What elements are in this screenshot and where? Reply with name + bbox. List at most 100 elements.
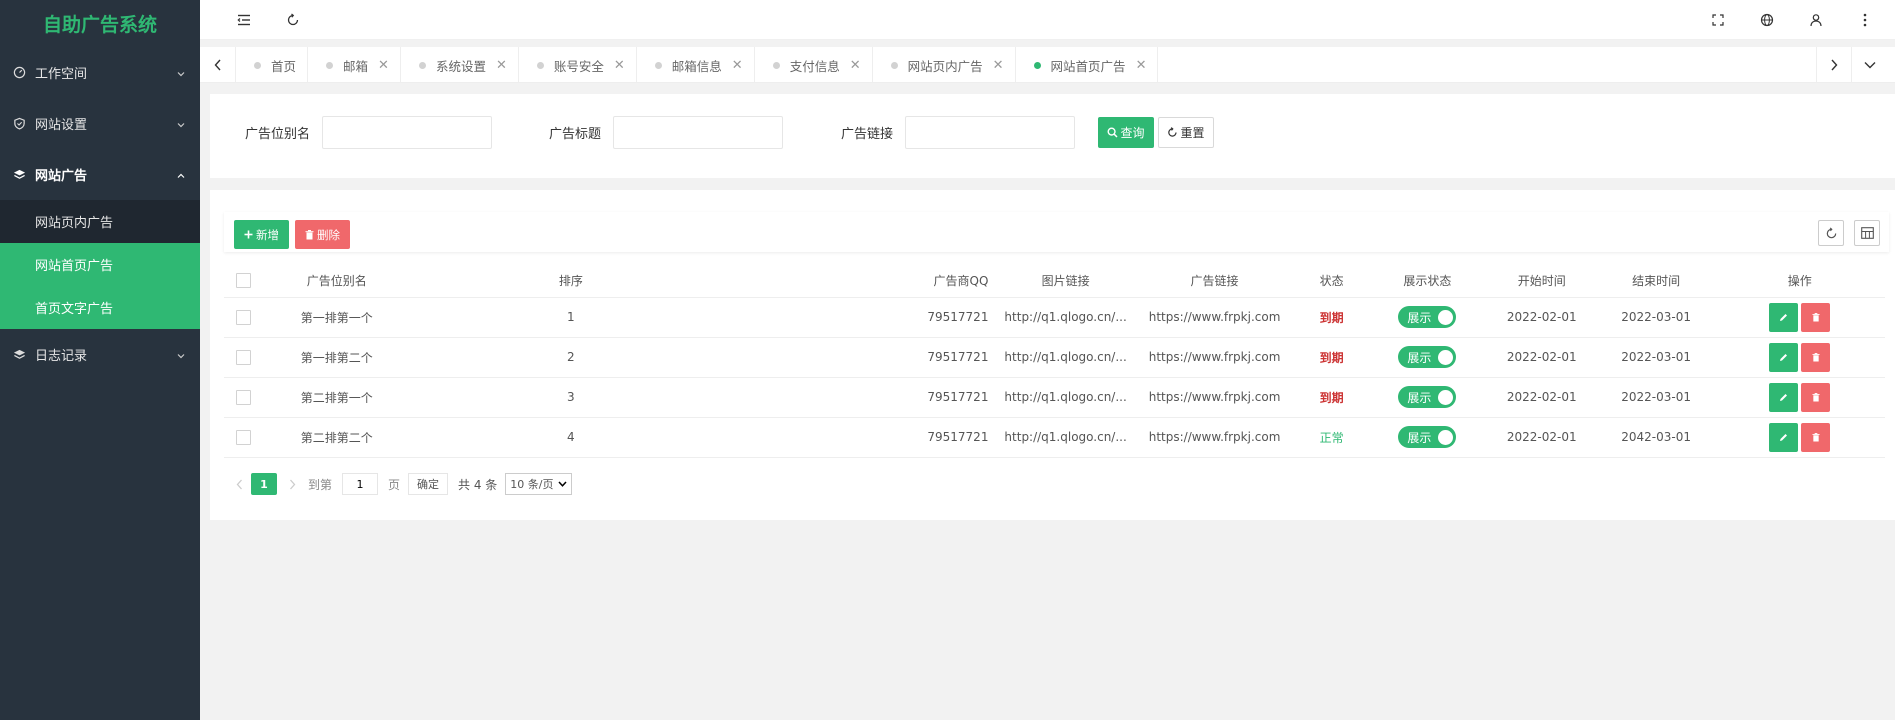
col-header-ad-link[interactable]: 广告链接 [1134,264,1295,298]
row-checkbox[interactable] [235,389,251,405]
tab-account-security[interactable]: 账号安全 ✕ [519,47,637,83]
app-logo[interactable]: 自助广告系统 [0,0,200,47]
table-row: 第二排第一个 3 79517721 http://q1.qlogo.cn/...… [224,377,1885,418]
sidebar-item-label: 日志记录 [35,349,88,364]
cell-qq: 79517721 [730,337,997,378]
more-vertical-icon[interactable] [1856,11,1874,29]
tab-mail-info[interactable]: 邮箱信息 ✕ [637,47,755,83]
close-icon[interactable]: ✕ [378,58,389,73]
cell-status: 正常 [1294,417,1369,458]
row-select-cell [224,337,263,378]
row-checkbox[interactable] [235,349,251,365]
sidebar-item-site-settings[interactable]: 网站设置 [0,98,200,149]
tab-scroll-right-icon[interactable] [1816,47,1852,83]
col-header-qq[interactable]: 广告商QQ [730,264,997,298]
search-field-alias: 广告位别名 [245,116,493,149]
tab-menu-chevron-down-icon[interactable] [1852,47,1888,83]
sidebar-item-site-ads[interactable]: 网站广告 [0,149,200,200]
menu-toggle-icon[interactable] [235,11,253,29]
tab-dot [254,61,261,69]
cell-alias: 第一排第一个 [262,297,412,338]
display-toggle[interactable]: 展示 [1398,386,1457,408]
close-icon[interactable]: ✕ [993,58,1004,73]
goto-confirm-button[interactable]: 确定 [408,473,449,495]
row-delete-button[interactable] [1801,302,1831,332]
page-scrollbar[interactable] [1885,47,1895,720]
col-header-display-status[interactable]: 展示状态 [1368,264,1486,298]
current-page[interactable]: 1 [251,473,277,495]
display-toggle[interactable]: 展示 [1398,346,1457,368]
toggle-knob [1438,389,1454,405]
trash-icon [1812,312,1820,321]
query-button[interactable]: 查询 [1098,117,1154,148]
ads-table: 广告位别名 排序 广告商QQ 图片链接 广告链接 状态 展示状态 开始时间 结束… [224,264,1885,458]
title-input[interactable] [613,116,784,149]
user-icon[interactable] [1807,11,1825,29]
col-header-start-time[interactable]: 开始时间 [1485,264,1598,298]
columns-icon[interactable] [1854,220,1880,246]
cell-end-time: 2022-03-01 [1597,337,1715,378]
tab-inner-ads[interactable]: 网站页内广告 ✕ [873,47,1016,83]
cell-image-link: http://q1.qlogo.cn/... [996,337,1135,378]
refresh-icon[interactable] [1818,220,1844,246]
edit-button[interactable] [1769,382,1799,412]
cell-status: 到期 [1294,337,1369,378]
globe-icon[interactable] [1758,11,1776,29]
sidebar-subitem-text-ads[interactable]: 首页文字广告 [0,286,200,329]
fullscreen-icon[interactable] [1709,11,1727,29]
sidebar-subitem-inner-ads[interactable]: 网站页内广告 [0,200,200,243]
link-label: 广告链接 [841,127,894,142]
close-icon[interactable]: ✕ [1136,58,1147,73]
search-icon [1107,127,1119,138]
close-icon[interactable]: ✕ [732,58,743,73]
tab-home[interactable]: 首页 [236,47,309,83]
reset-label: 重置 [1180,126,1205,140]
reset-button[interactable]: 重置 [1158,117,1214,148]
display-toggle[interactable]: 展示 [1398,426,1457,448]
row-checkbox[interactable] [235,429,251,445]
cell-alias: 第二排第二个 [262,417,412,458]
refresh-icon[interactable] [284,11,302,29]
edit-button[interactable] [1769,422,1799,452]
close-icon[interactable]: ✕ [614,58,625,73]
col-header-sort[interactable]: 排序 [411,264,731,298]
col-header-status[interactable]: 状态 [1294,264,1369,298]
goto-page-input[interactable] [342,473,379,495]
display-toggle[interactable]: 展示 [1398,306,1457,328]
row-delete-button[interactable] [1801,422,1831,452]
total-count: 共 4 条 [458,477,498,492]
row-delete-button[interactable] [1801,382,1831,412]
page-size-select[interactable]: 10 条/页 [505,473,572,495]
toggle-label: 展示 [1407,390,1432,405]
tab-payment-info[interactable]: 支付信息 ✕ [755,47,873,83]
tab-scroll-left-icon[interactable] [200,47,236,83]
link-input[interactable] [905,116,1076,149]
cell-ad-link: https://www.frpkj.com [1134,337,1295,378]
cell-alias: 第二排第一个 [262,377,412,418]
row-checkbox[interactable] [235,309,251,325]
select-all-checkbox[interactable] [235,272,251,288]
cell-image-link: http://q1.qlogo.cn/... [996,377,1135,418]
close-icon[interactable]: ✕ [496,58,507,73]
sidebar-subitem-home-ads[interactable]: 网站首页广告 [0,243,200,286]
delete-button[interactable]: 删除 [295,220,350,249]
col-header-alias[interactable]: 广告位别名 [262,264,412,298]
row-delete-button[interactable] [1801,342,1831,372]
sidebar-item-workspace[interactable]: 工作空间 [0,47,200,98]
col-header-image-link[interactable]: 图片链接 [996,264,1135,298]
close-icon[interactable]: ✕ [850,58,861,73]
col-header-end-time[interactable]: 结束时间 [1597,264,1715,298]
prev-page-icon[interactable] [236,479,243,490]
tab-dot [536,61,544,69]
sidebar-item-logs[interactable]: 日志记录 [0,329,200,380]
alias-input[interactable] [322,116,493,149]
add-button[interactable]: 新增 [234,220,289,249]
tab-home-ads[interactable]: 网站首页广告 ✕ [1016,47,1159,83]
edit-button[interactable] [1769,342,1799,372]
edit-button[interactable] [1769,302,1799,332]
plus-icon [244,230,253,239]
tab-mailbox[interactable]: 邮箱 ✕ [308,47,401,83]
next-page-icon[interactable] [289,479,296,490]
refresh-icon [1167,127,1178,138]
tab-system-settings[interactable]: 系统设置 ✕ [401,47,519,83]
